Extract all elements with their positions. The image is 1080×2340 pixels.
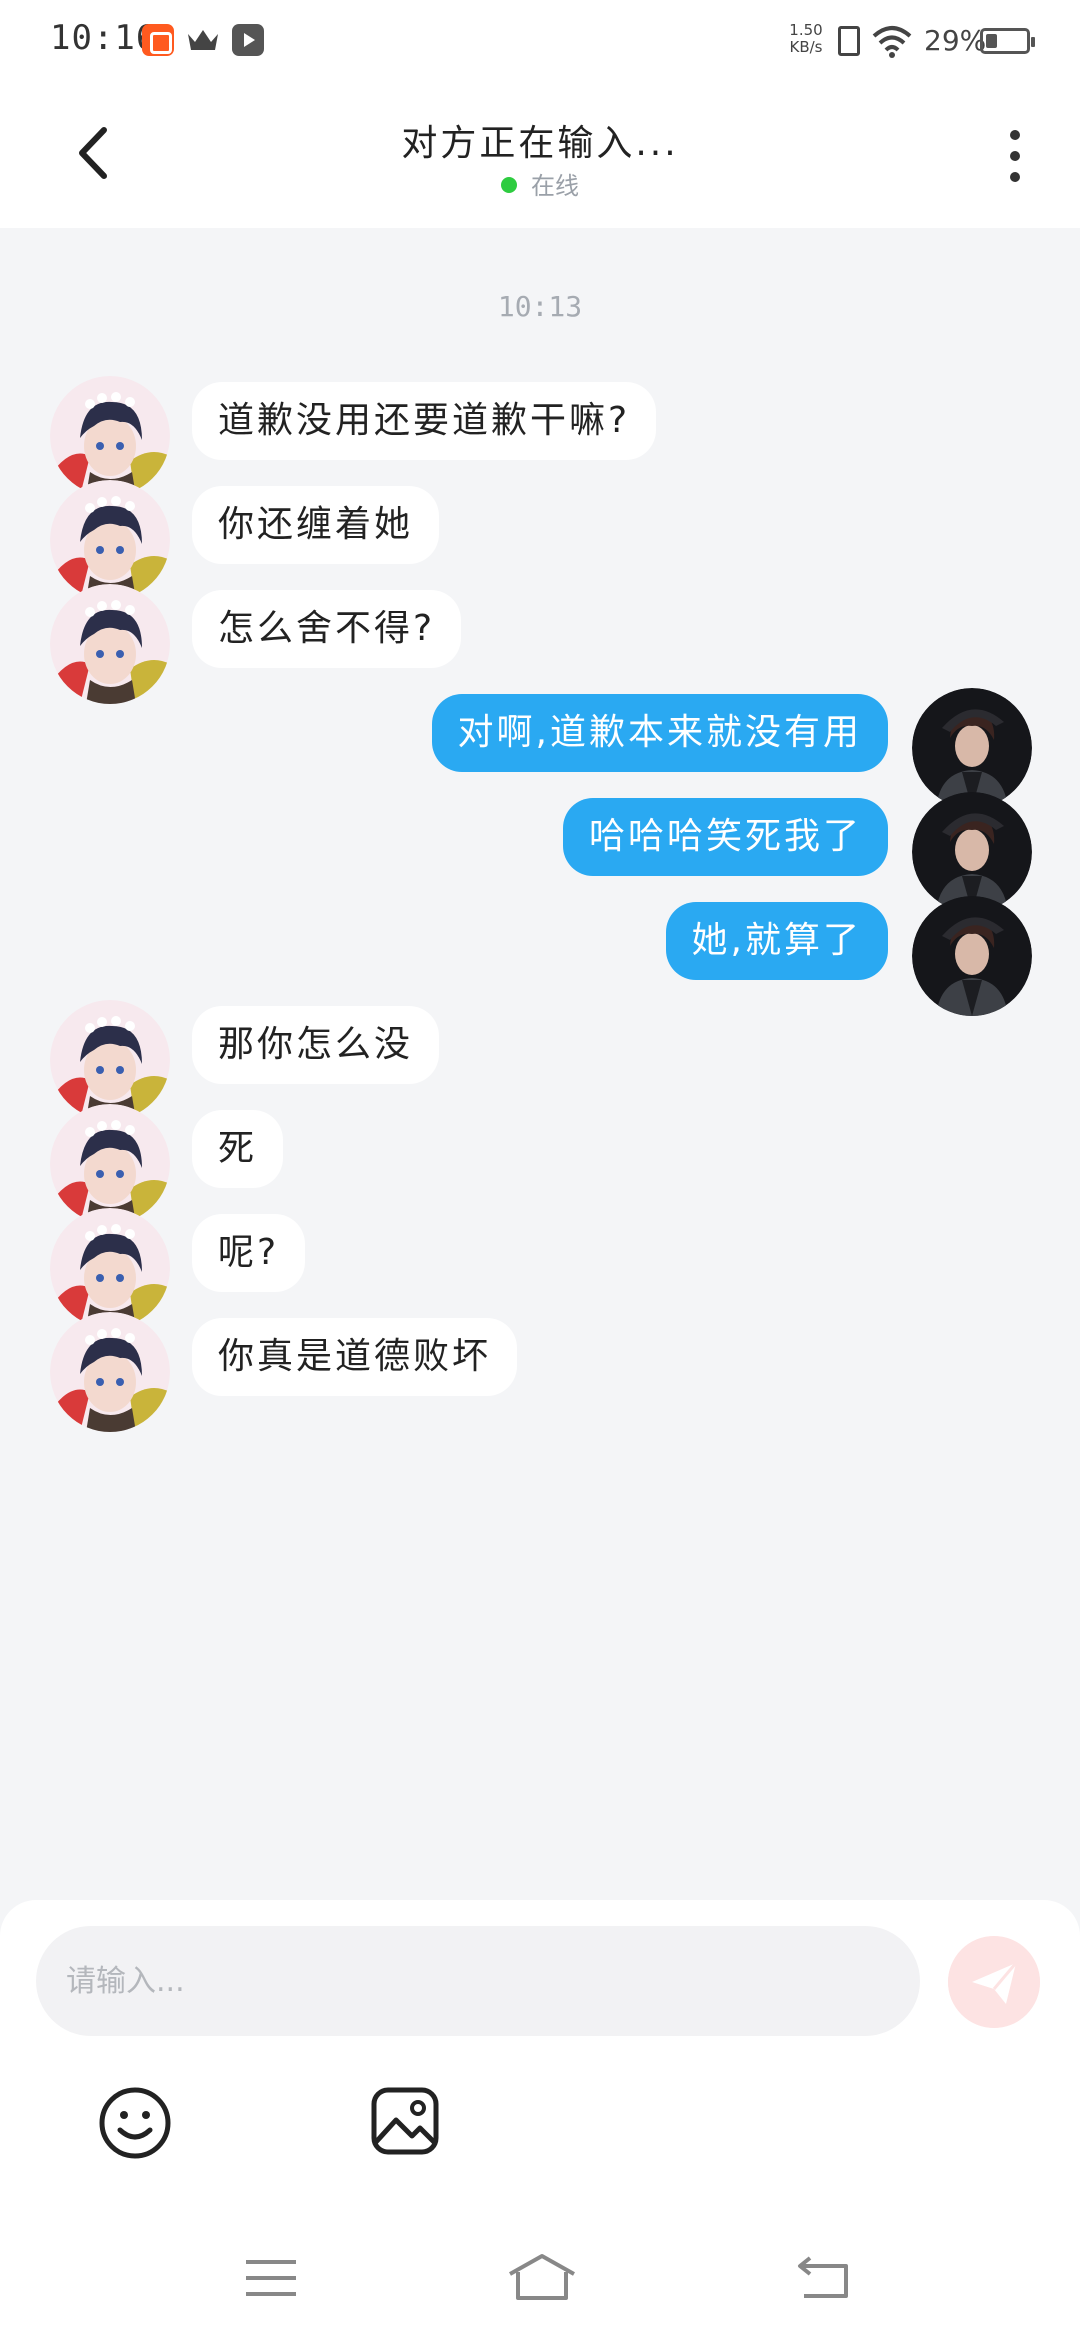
my-avatar[interactable] <box>912 896 1032 1016</box>
contact-avatar[interactable] <box>50 480 170 600</box>
my-avatar[interactable] <box>912 688 1032 808</box>
more-dot-icon <box>1010 172 1020 182</box>
message-bubble[interactable]: 怎么舍不得? <box>192 590 462 668</box>
network-speed-value: 1.50 <box>789 21 823 39</box>
more-dot-icon <box>1010 130 1020 140</box>
system-nav-bar <box>0 2220 1080 2340</box>
status-bar: 10:16 1.50 KB/s 29% <box>0 0 1080 84</box>
system-back-button[interactable] <box>796 2252 852 2302</box>
online-status-label: 在线 <box>531 172 579 200</box>
contact-avatar[interactable] <box>50 1104 170 1224</box>
message-input[interactable] <box>36 1926 920 2036</box>
more-options-button[interactable] <box>990 124 1040 188</box>
message-bubble[interactable]: 死 <box>192 1110 284 1188</box>
message-bubble[interactable]: 你真是道德败坏 <box>192 1318 518 1396</box>
message-timestamp: 10:13 <box>497 290 583 323</box>
contact-avatar[interactable] <box>50 1208 170 1328</box>
contact-avatar[interactable] <box>50 1312 170 1432</box>
chat-header: 对方正在输入... 在线 <box>0 84 1080 228</box>
network-speed: 1.50 KB/s <box>788 22 824 56</box>
message-bubble[interactable]: 道歉没用还要道歉干嘛? <box>192 382 657 460</box>
message-bubble[interactable]: 她,就算了 <box>665 902 888 980</box>
online-dot-icon <box>501 177 517 193</box>
recent-apps-button[interactable] <box>244 2256 298 2300</box>
chat-title: 对方正在输入... <box>401 123 679 164</box>
message-bubble[interactable]: 那你怎么没 <box>192 1006 440 1084</box>
crown-icon <box>188 30 218 50</box>
image-button[interactable] <box>370 2086 440 2156</box>
incoming-message: 你真是道德败坏 <box>0 1312 1080 1436</box>
wifi-icon <box>872 26 912 58</box>
contact-avatar[interactable] <box>50 1000 170 1120</box>
online-status: 在线 <box>0 166 1080 201</box>
battery-icon <box>980 28 1035 54</box>
kuaishou-app-icon <box>142 24 174 56</box>
message-bubble[interactable]: 呢? <box>192 1214 306 1292</box>
message-bubble[interactable]: 你还缠着她 <box>192 486 440 564</box>
emoji-button[interactable] <box>98 2086 172 2160</box>
more-dot-icon <box>1010 151 1020 161</box>
message-bubble[interactable]: 哈哈哈笑死我了 <box>562 798 888 876</box>
battery-percent: 29% <box>924 24 987 57</box>
sim-off-icon <box>838 26 860 56</box>
network-speed-unit: KB/s <box>789 38 823 56</box>
contact-avatar[interactable] <box>50 376 170 496</box>
home-button[interactable] <box>506 2250 578 2304</box>
message-bubble[interactable]: 对啊,道歉本来就没有用 <box>431 694 888 772</box>
battery-fill <box>986 34 997 48</box>
contact-avatar[interactable] <box>50 584 170 704</box>
video-app-icon <box>232 24 264 56</box>
my-avatar[interactable] <box>912 792 1032 912</box>
send-button[interactable] <box>948 1936 1040 2028</box>
